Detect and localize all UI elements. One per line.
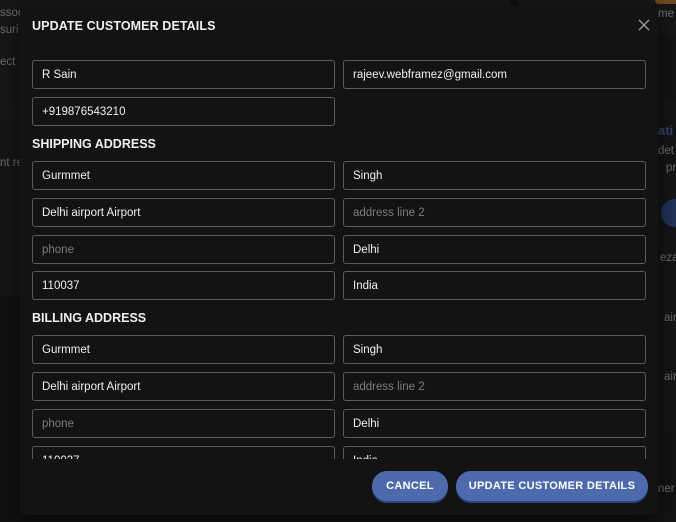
billing-address-heading: BILLING ADDRESS	[32, 311, 147, 325]
close-icon	[638, 19, 650, 31]
billing-city-field[interactable]	[343, 409, 646, 438]
dialog-form-scroll-area[interactable]: SHIPPING ADDRESS BILLING ADDRESS	[20, 53, 658, 459]
billing-address-line1-field[interactable]	[32, 372, 335, 401]
billing-last-name-field[interactable]	[343, 335, 646, 364]
shipping-address-heading: SHIPPING ADDRESS	[32, 137, 156, 151]
customer-name-field[interactable]	[32, 60, 335, 89]
close-button[interactable]	[634, 15, 654, 35]
shipping-first-name-field[interactable]	[32, 161, 335, 190]
billing-address-line2-field[interactable]	[343, 372, 646, 401]
cancel-button[interactable]: CANCEL	[372, 471, 448, 501]
billing-phone-field[interactable]	[32, 409, 335, 438]
update-customer-details-button[interactable]: UPDATE CUSTOMER DETAILS	[456, 471, 648, 501]
shipping-address-line1-field[interactable]	[32, 198, 335, 227]
shipping-city-field[interactable]	[343, 235, 646, 264]
customer-phone-field[interactable]	[32, 97, 335, 126]
shipping-last-name-field[interactable]	[343, 161, 646, 190]
shipping-address-line2-field[interactable]	[343, 198, 646, 227]
customer-email-field[interactable]	[343, 60, 646, 89]
update-customer-dialog: UPDATE CUSTOMER DETAILS SHIPPING ADDRESS…	[20, 5, 658, 515]
billing-country-field[interactable]	[343, 446, 646, 459]
billing-first-name-field[interactable]	[32, 335, 335, 364]
shipping-country-field[interactable]	[343, 271, 646, 300]
dialog-title: UPDATE CUSTOMER DETAILS	[32, 19, 216, 33]
shipping-zip-field[interactable]	[32, 271, 335, 300]
shipping-phone-field[interactable]	[32, 235, 335, 264]
billing-zip-field[interactable]	[32, 446, 335, 459]
